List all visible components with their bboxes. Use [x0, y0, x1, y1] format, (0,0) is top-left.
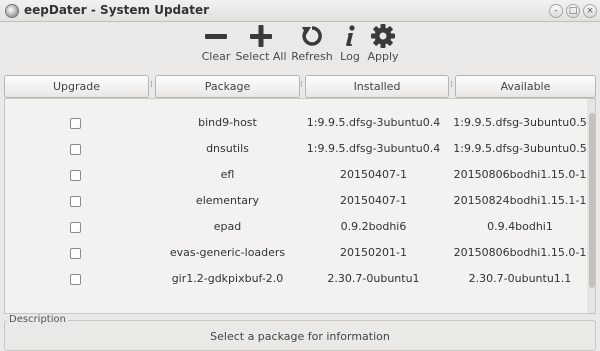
description-label: Description — [7, 314, 68, 325]
table-row[interactable]: elementary 20150407-1 20150824bodhi1.15.… — [5, 189, 586, 215]
available-version: 20150806bodhi1.15.0-1 — [453, 168, 587, 181]
clear-button[interactable]: Clear — [200, 22, 232, 66]
apply-button[interactable]: Apply — [367, 22, 399, 66]
upgrade-checkbox[interactable] — [70, 196, 81, 207]
table-row[interactable]: epad 0.9.2bodhi6 0.9.4bodhi1 — [5, 215, 583, 241]
table-row[interactable]: dnsutils 1:9.9.5.dfsg-3ubuntu0.4 1:9.9.5… — [5, 137, 587, 163]
package-name: dnsutils — [206, 142, 249, 155]
package-name: bind9-host — [198, 116, 257, 129]
available-version: 20150824bodhi1.15.1-1 — [453, 194, 587, 207]
package-name: epad — [213, 220, 242, 233]
close-button[interactable]: × — [583, 4, 597, 18]
installed-version: 1:9.9.5.dfsg-3ubuntu0.4 — [306, 142, 441, 155]
minimize-button[interactable]: - — [549, 4, 563, 18]
toolbar: Clear Select All Refresh Log Apply — [0, 22, 600, 66]
plus-icon — [235, 22, 287, 50]
installed-version: 1:9.9.5.dfsg-3ubuntu0.4 — [306, 116, 441, 129]
installed-version: 2.30.7-0ubuntu1 — [327, 272, 420, 285]
column-header-upgrade[interactable]: Upgrade — [4, 75, 149, 98]
select-all-button[interactable]: Select All — [235, 22, 287, 66]
table-row[interactable]: gir1.2-gdkpixbuf-2.0 2.30.7-0ubuntu1 2.3… — [5, 267, 583, 293]
app-icon — [5, 4, 19, 18]
title-bar: eepDater - System Updater - □ × — [0, 0, 600, 22]
available-version: 1:9.9.5.dfsg-3ubuntu0.5 — [453, 142, 587, 155]
package-name: gir1.2-gdkpixbuf-2.0 — [171, 272, 284, 285]
apply-label: Apply — [367, 50, 399, 63]
vertical-scrollbar[interactable] — [587, 99, 595, 313]
installed-version: 20150407-1 — [340, 168, 407, 181]
table-row[interactable]: bind9-host 1:9.9.5.dfsg-3ubuntu0.4 1:9.9… — [5, 111, 587, 137]
window-title: eepDater - System Updater — [24, 3, 210, 17]
refresh-button[interactable]: Refresh — [290, 22, 334, 66]
available-version: 1:9.9.5.dfsg-3ubuntu0.5 — [453, 116, 587, 129]
description-panel: Description Select a package for informa… — [4, 314, 596, 351]
available-version: 0.9.4bodhi1 — [487, 220, 553, 233]
maximize-button[interactable]: □ — [566, 4, 580, 18]
available-version: 2.30.7-0ubuntu1.1 — [468, 272, 572, 285]
package-list[interactable]: bind9-host 1:9.9.5.dfsg-3ubuntu0.4 1:9.9… — [4, 98, 596, 314]
refresh-icon — [290, 22, 334, 50]
scrollbar-thumb[interactable] — [589, 113, 595, 288]
info-icon — [337, 22, 363, 50]
column-header-package[interactable]: Package — [155, 75, 300, 98]
log-label: Log — [340, 50, 360, 63]
select-all-label: Select All — [235, 50, 287, 63]
package-name: efl — [220, 168, 235, 181]
log-button[interactable]: Log — [337, 22, 363, 66]
table-row[interactable]: evas-generic-loaders 20150201-1 20150806… — [5, 241, 586, 267]
column-header-installed[interactable]: Installed — [305, 75, 449, 98]
upgrade-checkbox[interactable] — [70, 248, 81, 259]
installed-version: 20150201-1 — [340, 246, 407, 259]
upgrade-checkbox[interactable] — [70, 170, 81, 181]
gear-icon — [367, 22, 399, 50]
available-version: 20150806bodhi1.15.0-1 — [453, 246, 587, 259]
package-name: evas-generic-loaders — [169, 246, 286, 259]
column-resize-handle[interactable]: ⁞ — [150, 80, 153, 90]
installed-version: 0.9.2bodhi6 — [340, 220, 407, 233]
refresh-label: Refresh — [291, 50, 333, 63]
upgrade-checkbox[interactable] — [70, 144, 81, 155]
table-row[interactable]: efl 20150407-1 20150806bodhi1.15.0-1 — [5, 163, 586, 189]
upgrade-checkbox[interactable] — [70, 274, 81, 285]
column-resize-handle[interactable]: ⁞ — [300, 80, 303, 90]
minus-icon — [200, 22, 232, 50]
installed-version: 20150407-1 — [340, 194, 407, 207]
description-text: Select a package for information — [210, 330, 390, 343]
clear-label: Clear — [201, 50, 231, 63]
column-header-available[interactable]: Available — [455, 75, 596, 98]
package-name: elementary — [195, 194, 260, 207]
column-resize-handle[interactable]: ⁞ — [450, 80, 453, 90]
upgrade-checkbox[interactable] — [70, 118, 81, 129]
upgrade-checkbox[interactable] — [70, 222, 81, 233]
